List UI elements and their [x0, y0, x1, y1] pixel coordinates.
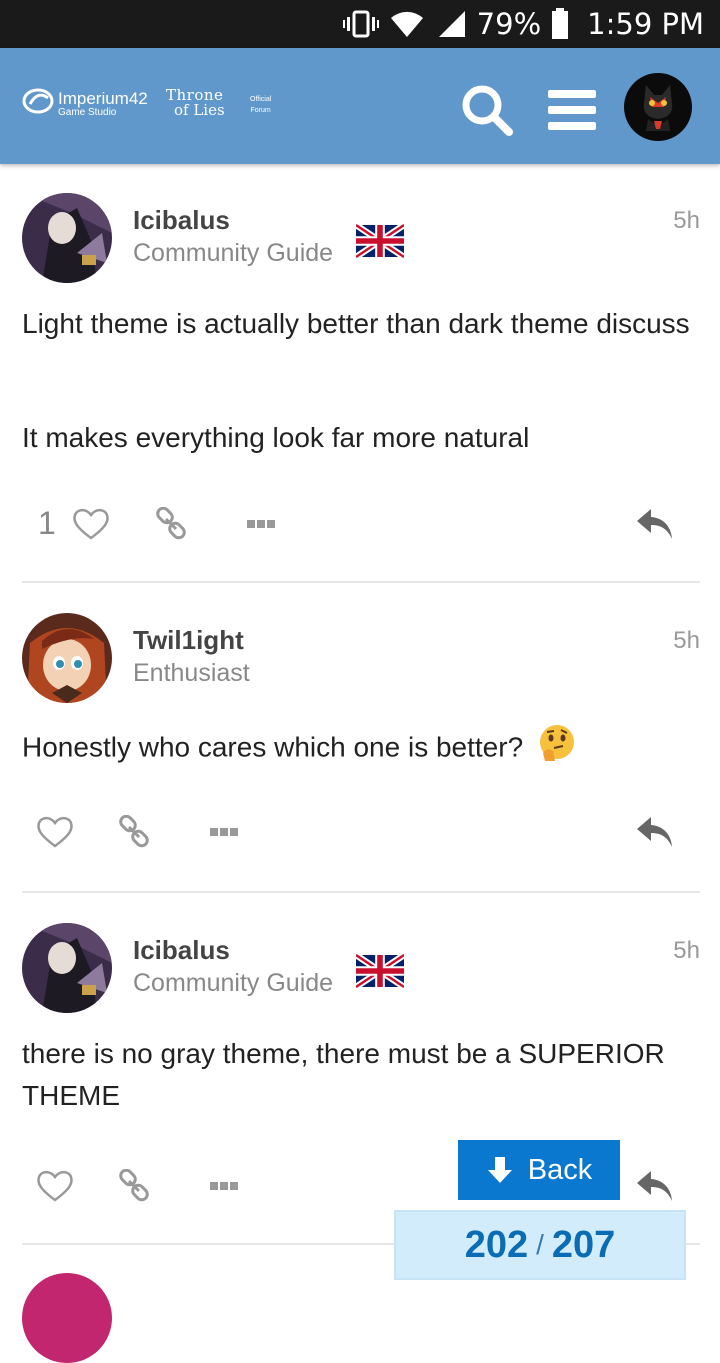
post-divider: [22, 581, 700, 583]
heart-icon: [73, 508, 109, 540]
user-avatar[interactable]: [22, 613, 112, 703]
more-options-button[interactable]: [210, 1181, 238, 1191]
hamburger-icon: [548, 90, 596, 130]
like-count[interactable]: 1: [38, 505, 56, 542]
battery-icon: [551, 8, 569, 40]
battery-percent: 79%: [476, 7, 542, 41]
post-paragraph: It makes everything look far more natura…: [22, 422, 530, 453]
user-title: Community Guide: [133, 239, 334, 267]
heart-icon: [37, 1170, 73, 1202]
post: Twil1ight Enthusiast 5h Honestly who car…: [22, 613, 700, 873]
user-title: Enthusiast: [133, 659, 250, 687]
logo-sub-text: Game Studio: [58, 106, 117, 118]
post-paragraph-text: Honestly who cares which one is better?: [22, 731, 524, 763]
reply-icon: [637, 1171, 672, 1201]
post-time[interactable]: 5h: [673, 627, 700, 655]
official-forum-label: Official Forum: [250, 95, 271, 116]
post-time[interactable]: 5h: [673, 937, 700, 965]
logo2-line2: of Lies: [174, 101, 225, 119]
user-avatar[interactable]: [22, 923, 112, 1013]
post-progress-indicator[interactable]: 202 / 207: [394, 1210, 686, 1280]
logo3-line1: Official: [250, 96, 272, 103]
reply-button[interactable]: [636, 815, 674, 849]
vibrate-icon: [342, 9, 379, 39]
share-link-button[interactable]: [154, 507, 188, 541]
current-user-avatar[interactable]: [624, 73, 692, 141]
link-icon: [156, 507, 186, 540]
progress-separator: /: [536, 1229, 544, 1260]
ellipsis-icon: [247, 520, 275, 528]
link-icon: [119, 815, 149, 848]
post-divider: [22, 891, 700, 893]
share-link-button[interactable]: [117, 815, 151, 849]
progress-current: 202: [464, 1223, 529, 1266]
more-options-button[interactable]: [210, 827, 238, 837]
post-actions: [22, 813, 700, 853]
progress-total: 207: [551, 1223, 616, 1266]
reply-icon: [637, 817, 672, 847]
hamburger-menu-button[interactable]: [548, 88, 596, 132]
post-actions: 1: [22, 505, 700, 545]
search-button[interactable]: [459, 82, 515, 138]
logo-main-text: Imperium42: [58, 88, 148, 108]
more-options-button[interactable]: [247, 519, 275, 529]
logo3-line2: Forum: [250, 106, 271, 114]
link-icon: [119, 1169, 149, 1202]
swirl-logo-icon: [22, 88, 54, 119]
clock: 1:59 PM: [587, 7, 704, 41]
post-paragraph: Honestly who cares which one is better?: [22, 723, 698, 775]
ellipsis-icon: [210, 1182, 238, 1190]
mage-avatar-icon: [22, 193, 112, 283]
back-button[interactable]: Back: [458, 1140, 620, 1200]
like-button[interactable]: [36, 1169, 74, 1203]
wifi-icon: [389, 9, 425, 39]
back-button-label: Back: [527, 1153, 593, 1186]
thinking-face-emoji-icon: [537, 723, 577, 775]
reply-button[interactable]: [636, 1169, 674, 1203]
post-time[interactable]: 5h: [673, 207, 700, 235]
heart-icon: [37, 816, 73, 848]
like-button[interactable]: [72, 507, 110, 541]
like-button[interactable]: [36, 815, 74, 849]
share-link-button[interactable]: [117, 1169, 151, 1203]
arrow-down-icon: [487, 1157, 512, 1183]
uk-flag-icon: [354, 222, 406, 260]
post-paragraph: there is no gray theme, there must be a …: [22, 1038, 665, 1111]
username[interactable]: Twil1ight: [133, 625, 244, 656]
girl-avatar-icon: [22, 613, 112, 703]
search-icon: [462, 85, 513, 136]
user-avatar[interactable]: [22, 193, 112, 283]
uk-flag-icon: [354, 952, 406, 990]
ellipsis-icon: [210, 828, 238, 836]
reply-icon: [637, 509, 672, 539]
throne-of-lies-logo[interactable]: Throne of Lies: [166, 88, 225, 118]
mage-avatar-icon: [22, 923, 112, 1013]
site-header: Imperium42 Game Studio Throne of Lies Of…: [0, 48, 720, 164]
post-paragraph: Light theme is actually better than dark…: [22, 308, 690, 339]
reply-button[interactable]: [636, 507, 674, 541]
status-bar: 79% 1:59 PM: [0, 0, 720, 48]
post: Icibalus Community Guide 5h Light theme …: [22, 193, 700, 563]
next-post-avatar[interactable]: [22, 1273, 112, 1363]
imperium42-logo[interactable]: Imperium42 Game Studio: [22, 88, 148, 119]
username[interactable]: Icibalus: [133, 935, 230, 966]
cat-avatar-icon: [643, 85, 673, 131]
signal-icon: [435, 9, 467, 39]
username[interactable]: Icibalus: [133, 205, 230, 236]
user-title: Community Guide: [133, 969, 334, 997]
